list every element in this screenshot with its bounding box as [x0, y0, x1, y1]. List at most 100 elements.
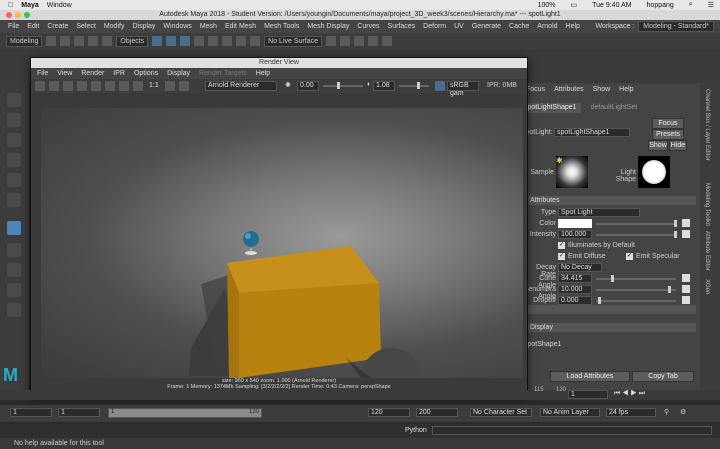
menu-windows[interactable]: Windows [163, 23, 191, 30]
snap-grid-icon[interactable] [194, 36, 205, 46]
menu-cache[interactable]: Cache [509, 23, 529, 30]
menu-help[interactable]: Help [566, 23, 580, 30]
playback-controls-icon[interactable]: ⏮◀▶⏭ [614, 390, 647, 398]
select-object-icon[interactable] [166, 36, 177, 46]
colorspace-select[interactable]: sRGB gam [447, 81, 479, 97]
menu-create[interactable]: Create [47, 23, 68, 30]
zoom-out-icon[interactable] [133, 81, 143, 91]
time-slider[interactable]: 115 120 1 ⏮◀▶⏭ [0, 387, 720, 400]
dropoff-field[interactable]: 0.000 [558, 296, 592, 305]
snap-view-icon[interactable] [236, 36, 247, 46]
character-set-select[interactable]: No Character Set [470, 408, 532, 417]
exposure-field[interactable]: 0.00 [297, 81, 319, 91]
ae-menu-attributes[interactable]: Attributes [554, 86, 584, 93]
clock[interactable]: Tue 9:40 AM [592, 2, 631, 9]
keep-image-icon[interactable] [165, 81, 175, 91]
command-input[interactable] [432, 426, 712, 435]
make-live-icon[interactable] [250, 36, 261, 46]
gamma-slider-handle[interactable] [417, 82, 420, 89]
layout-icon[interactable] [7, 303, 21, 317]
selection-mode-select[interactable]: Objects [116, 35, 149, 47]
apple-icon[interactable]:  [8, 2, 13, 9]
menu-mesh[interactable]: Mesh [200, 23, 217, 30]
menu-list-icon[interactable]: ☰ [708, 1, 714, 9]
open-scene-icon[interactable] [60, 36, 71, 46]
menu-uv[interactable]: UV [454, 23, 464, 30]
menu-mesh-display[interactable]: Mesh Display [307, 23, 349, 30]
dropoff-slider-handle[interactable] [598, 297, 601, 304]
playback-start-field[interactable]: 1 [58, 408, 100, 417]
workspace-select[interactable]: Modeling - Standard* [638, 21, 714, 32]
scale-tool-icon[interactable] [7, 193, 21, 207]
section-attributes[interactable]: Attributes [520, 196, 696, 205]
intensity-field[interactable]: 100.000 [558, 230, 592, 239]
ae-menu-show[interactable]: Show [593, 86, 611, 93]
menu-display[interactable]: Display [132, 23, 155, 30]
redo-render-icon[interactable] [35, 81, 45, 91]
cone-angle-slider[interactable] [596, 278, 676, 280]
color-management-icon[interactable] [435, 81, 445, 91]
single-view-layout-icon[interactable] [7, 221, 21, 235]
alpha-channel-icon[interactable] [119, 81, 129, 91]
cone-angle-slider-handle[interactable] [611, 275, 614, 282]
window-menu[interactable]: Window [47, 2, 72, 9]
rv-menu-render[interactable]: Render [81, 70, 104, 77]
gamma-icon[interactable]: ◐ [367, 81, 371, 88]
snapshot-icon[interactable] [91, 81, 101, 91]
rv-menu-options[interactable]: Options [134, 70, 158, 77]
app-menu[interactable]: Maya [21, 2, 39, 9]
render-settings-icon[interactable] [367, 36, 378, 46]
render-region-icon[interactable] [77, 81, 87, 91]
render-canvas[interactable] [41, 108, 523, 378]
exposure-slider-handle[interactable] [337, 82, 340, 89]
gamma-slider[interactable] [399, 85, 429, 87]
dropoff-map-icon[interactable] [682, 296, 690, 304]
fps-select[interactable]: 24 fps [606, 408, 656, 417]
redo-icon[interactable] [102, 36, 113, 46]
illuminates-default-checkbox[interactable]: ✓ [558, 242, 565, 249]
load-attributes-button[interactable]: Load Attributes [550, 371, 630, 382]
persp-outliner-layout-icon[interactable] [7, 263, 21, 277]
real-size-button[interactable]: 1:1 [149, 82, 159, 89]
penumbra-angle-map-icon[interactable] [682, 285, 690, 293]
current-frame-field[interactable]: 1 [568, 390, 608, 399]
select-component-icon[interactable] [180, 36, 191, 46]
exposure-icon[interactable]: ✺ [285, 81, 291, 89]
decay-rate-select[interactable]: No Decay [558, 263, 602, 272]
start-frame-field[interactable]: 1 [10, 408, 52, 417]
color-swatch[interactable] [558, 219, 592, 228]
color-slider[interactable] [596, 223, 676, 225]
gamma-field[interactable]: 1.08 [373, 81, 395, 91]
renderer-select[interactable]: Arnold Renderer [205, 81, 277, 91]
select-hierarchy-icon[interactable] [152, 36, 163, 46]
tab-xgen[interactable]: XGen [704, 279, 710, 294]
intensity-map-icon[interactable] [682, 230, 690, 238]
move-tool-icon[interactable] [7, 153, 21, 167]
zoom-window-icon[interactable] [24, 12, 30, 18]
save-scene-icon[interactable] [74, 36, 85, 46]
end-frame-field[interactable]: 200 [416, 408, 458, 417]
tab-spotlightshape1[interactable]: spotLightShape1 [520, 103, 581, 113]
persp-graph-layout-icon[interactable] [7, 283, 21, 297]
cone-angle-field[interactable]: 34.415 [558, 274, 592, 283]
user-name[interactable]: hoppang [647, 2, 674, 9]
dropoff-slider[interactable] [596, 300, 676, 302]
playback-end-field[interactable]: 120 [368, 408, 410, 417]
construction-history-icon[interactable] [325, 36, 336, 46]
emit-specular-checkbox[interactable]: ✓ [626, 253, 633, 260]
section-collapsed[interactable] [520, 305, 696, 314]
ipr-icon[interactable] [49, 81, 59, 91]
menu-select[interactable]: Select [76, 23, 95, 30]
rgb-channels-icon[interactable] [105, 81, 115, 91]
search-icon[interactable]: ⌕ [689, 1, 693, 9]
minimize-window-icon[interactable] [15, 12, 21, 18]
menu-set-select[interactable]: Modeling [6, 35, 43, 47]
menu-generate[interactable]: Generate [472, 23, 501, 30]
snap-point-icon[interactable] [222, 36, 233, 46]
script-language-label[interactable]: Python [405, 427, 427, 434]
ipr-render-icon[interactable] [353, 36, 364, 46]
rv-menu-view[interactable]: View [57, 70, 72, 77]
select-tool-icon[interactable] [7, 93, 21, 107]
menu-deform[interactable]: Deform [423, 23, 446, 30]
show-button[interactable]: Show [648, 140, 668, 151]
